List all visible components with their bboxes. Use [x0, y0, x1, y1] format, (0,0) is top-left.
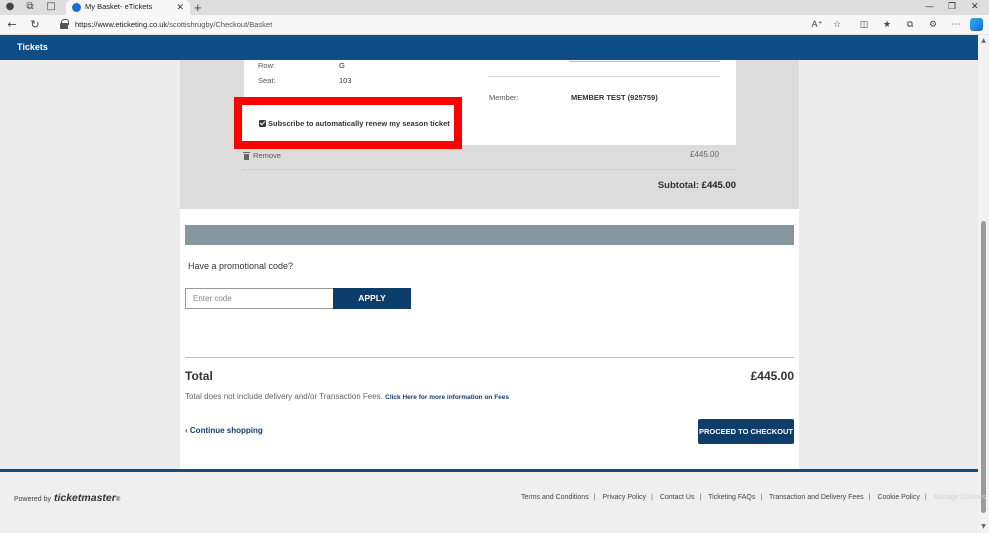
close-window-icon[interactable]: ✕: [971, 1, 979, 13]
split-screen-icon[interactable]: ◫: [857, 18, 871, 32]
seat-value: 103: [339, 76, 352, 85]
remove-label: Remove: [253, 151, 281, 160]
basket-divider: [242, 169, 736, 170]
collections-icon[interactable]: ⧉: [903, 18, 917, 32]
copilot-icon[interactable]: [970, 18, 983, 31]
footer-link-faqs[interactable]: Ticketing FAQs: [708, 494, 755, 501]
browser-tab-bar: ● ⧉ □ My Basket- eTickets ✕ + — ❐ ✕: [0, 0, 989, 15]
auto-renew-label: Subscribe to automatically renew my seas…: [268, 119, 450, 128]
subtotal-label: Subtotal:: [657, 180, 700, 191]
remove-button[interactable]: Remove: [243, 151, 281, 160]
refresh-icon[interactable]: ↻: [28, 18, 42, 32]
footer-link-contact[interactable]: Contact Us: [660, 494, 695, 501]
page-scrollbar[interactable]: ▲ ▼: [978, 35, 989, 533]
row-value: G: [339, 61, 345, 70]
subtotal: Subtotal: £445.00: [600, 180, 736, 191]
browser-toolbar: ← ↻ https://www.eticketing.co.uk/scottis…: [0, 15, 989, 35]
more-options-icon[interactable]: ⋯: [949, 18, 963, 32]
footer-link-cookie-policy[interactable]: Cookie Policy: [877, 494, 919, 501]
page-margin-right: [799, 60, 978, 470]
scroll-up-icon[interactable]: ▲: [979, 37, 988, 44]
page-margin-left: [0, 60, 180, 470]
continue-shopping-link[interactable]: ‹ Continue shopping: [185, 426, 263, 435]
read-aloud-icon[interactable]: A⁺: [810, 18, 824, 32]
auto-renew-checkbox[interactable]: [259, 120, 266, 127]
seat-label: Seat:: [258, 76, 276, 85]
lock-icon[interactable]: [60, 19, 69, 29]
continue-shopping-label: Continue shopping: [189, 426, 263, 435]
favorite-star-icon[interactable]: ☆: [830, 18, 844, 32]
subtotal-value: £445.00: [701, 180, 736, 191]
browser-tab[interactable]: My Basket- eTickets ✕: [66, 0, 190, 15]
member-label: Member:: [489, 93, 519, 102]
footer-link-fees[interactable]: Transaction and Delivery Fees: [769, 494, 864, 501]
apply-button[interactable]: APPLY: [333, 288, 411, 309]
footer-links: Terms and Conditions | Privacy Policy | Co…: [521, 494, 987, 501]
auto-renew-option[interactable]: Subscribe to automatically renew my seas…: [259, 119, 450, 128]
site-favicon-icon: [72, 3, 81, 12]
registered-mark: ®: [115, 497, 121, 503]
total-value: £445.00: [750, 369, 794, 383]
footer-link-privacy[interactable]: Privacy Policy: [602, 494, 646, 501]
promo-header-bar: [185, 225, 794, 245]
chevron-left-icon: ‹: [185, 426, 188, 435]
back-icon[interactable]: ←: [5, 18, 19, 32]
url-host: https://www.eticketing.co.uk: [75, 20, 168, 29]
minimize-icon[interactable]: —: [925, 1, 934, 13]
row-label: Row:: [258, 61, 276, 70]
total-label: Total: [185, 369, 213, 383]
member-select-edge[interactable]: [569, 60, 720, 62]
item-price: £445.00: [690, 150, 719, 159]
scroll-down-icon[interactable]: ▼: [979, 523, 988, 530]
scrollbar-thumb[interactable]: [981, 221, 986, 513]
total-divider: [185, 357, 794, 358]
fee-note-text: Total does not include delivery and/or T…: [185, 392, 383, 401]
new-tab-icon[interactable]: +: [194, 0, 202, 15]
promo-code-input[interactable]: [185, 288, 334, 309]
favorites-icon[interactable]: ★: [880, 18, 894, 32]
page-footer: [0, 472, 978, 533]
trash-icon: [243, 151, 250, 160]
fee-note: Total does not include delivery and/or T…: [185, 392, 509, 401]
footer-link-manage-cookies[interactable]: Manage Cookies: [934, 494, 987, 501]
ticketmaster-logo[interactable]: ticketmaster: [54, 492, 116, 504]
site-header: Tickets: [0, 35, 978, 60]
profile-icon[interactable]: ●: [3, 1, 17, 13]
promo-question: Have a promotional code?: [188, 261, 294, 271]
fees-info-link[interactable]: Click Here for more information on Fees: [385, 394, 509, 401]
member-value: MEMBER TEST (925759): [571, 93, 658, 102]
powered-by: Powered by ticketmaster ®: [14, 492, 120, 504]
tab-title: My Basket- eTickets: [85, 2, 153, 11]
site-title[interactable]: Tickets: [17, 35, 48, 60]
footer-link-terms[interactable]: Terms and Conditions: [521, 494, 589, 501]
card-divider: [488, 76, 720, 77]
url-path: /scottishrugby/Checkout/Basket: [167, 20, 273, 29]
maximize-icon[interactable]: ❐: [948, 1, 956, 13]
powered-by-label: Powered by: [14, 496, 51, 503]
close-tab-icon[interactable]: ✕: [176, 1, 184, 13]
extensions-icon[interactable]: ⚙: [926, 18, 940, 32]
address-bar[interactable]: https://www.eticketing.co.uk/scottishrug…: [75, 18, 272, 32]
tab-actions-icon[interactable]: □: [44, 1, 58, 13]
proceed-to-checkout-button[interactable]: PROCEED TO CHECKOUT: [698, 419, 794, 444]
workspaces-icon[interactable]: ⧉: [23, 1, 37, 13]
